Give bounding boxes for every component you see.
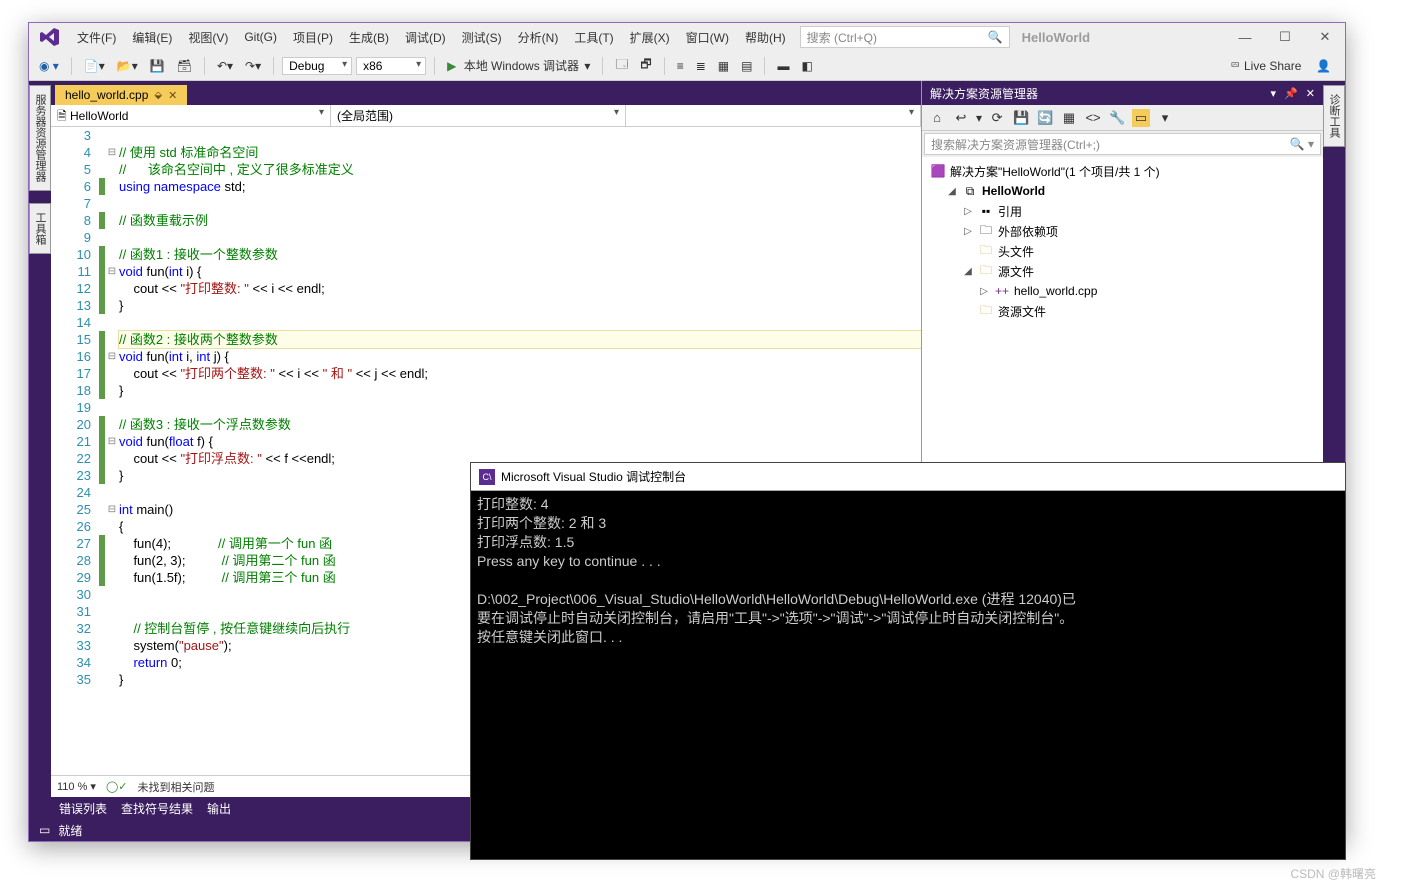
nav-member-combo[interactable] xyxy=(626,105,921,126)
tree-source[interactable]: ◢🗀源文件 xyxy=(922,261,1323,281)
sln-preview-icon[interactable]: ▭ xyxy=(1132,109,1150,127)
nav-bar: 🗎 HelloWorld (全局范围) xyxy=(51,105,921,127)
tb-icon-8[interactable]: ◧ xyxy=(797,57,816,75)
config-dropdown[interactable]: Debug xyxy=(282,57,352,75)
live-share-icon: ⮹ xyxy=(1230,58,1240,73)
tree-external[interactable]: ▷🗀外部依赖项 xyxy=(922,221,1323,241)
panel-close-icon[interactable]: ✕ xyxy=(1306,87,1315,100)
menu-item[interactable]: 帮助(H) xyxy=(737,25,794,50)
tab-close-icon[interactable]: ✕ xyxy=(168,89,177,102)
vs-logo-icon xyxy=(37,25,61,49)
tb-icon-1[interactable]: 🗔 xyxy=(611,53,632,78)
watermark: CSDN @韩曙亮 xyxy=(1290,865,1376,882)
start-debug-button[interactable]: ▶ 本地 Windows 调试器 ▾ xyxy=(443,55,594,76)
tree-solution[interactable]: 🟪解决方案"HelloWorld"(1 个项目/共 1 个) xyxy=(922,161,1323,181)
search-placeholder: 搜索 (Ctrl+Q) xyxy=(807,29,877,46)
tree-file-cpp[interactable]: ▷++hello_world.cpp xyxy=(922,281,1323,301)
fold-column: ⊟⊟⊟⊟⊟ xyxy=(105,127,119,775)
tb-icon-3[interactable]: ≡ xyxy=(673,57,688,75)
issues-text: 未找到相关问题 xyxy=(137,779,214,795)
minimize-button[interactable]: — xyxy=(1225,23,1265,51)
save-button[interactable]: 💾 xyxy=(146,57,169,75)
pin-icon[interactable]: ⬙ xyxy=(154,90,162,101)
tb-icon-5[interactable]: ▦ xyxy=(714,57,733,75)
tree-references[interactable]: ▷▪▪引用 xyxy=(922,201,1323,221)
redo-button[interactable]: ↷▾ xyxy=(241,57,265,75)
menu-item[interactable]: 窗口(W) xyxy=(678,25,737,50)
panel-dropdown-icon[interactable]: ▾ xyxy=(1271,87,1277,100)
menu-item[interactable]: 编辑(E) xyxy=(124,25,180,50)
save-all-button[interactable]: 🗃 xyxy=(173,57,196,75)
sln-home-icon[interactable]: ⌂ xyxy=(928,109,946,127)
zoom-combo[interactable]: 110 % ▾ xyxy=(57,780,96,793)
menu-item[interactable]: 项目(P) xyxy=(285,25,341,50)
menu-item[interactable]: 测试(S) xyxy=(454,25,510,50)
console-output[interactable]: 打印整数: 4 打印两个整数: 2 和 3 打印浮点数: 1.5 Press a… xyxy=(471,491,1345,651)
tb-icon-6[interactable]: ▤ xyxy=(737,57,756,75)
search-icon: 🔍 ▾ xyxy=(1290,137,1314,151)
tb-icon-2[interactable]: 🗗 xyxy=(636,53,655,78)
status-rect-icon: ▭ xyxy=(39,823,50,837)
solution-name: HelloWorld xyxy=(1022,30,1090,45)
status-text: 就绪 xyxy=(58,822,82,839)
rail-diagnostics[interactable]: 诊断工具 xyxy=(1323,85,1345,147)
close-button[interactable]: ✕ xyxy=(1305,23,1345,51)
sln-refresh-icon[interactable]: 🔄 xyxy=(1036,109,1054,127)
global-search[interactable]: 搜索 (Ctrl+Q) 🔍 xyxy=(800,26,1010,48)
sln-code-icon[interactable]: <> xyxy=(1084,109,1102,127)
menu-item[interactable]: 分析(N) xyxy=(510,25,567,50)
tree-project[interactable]: ◢⧉HelloWorld xyxy=(922,181,1323,201)
issues-ok-icon: ◯✓ xyxy=(106,780,128,793)
debug-console-window: C\ Microsoft Visual Studio 调试控制台 打印整数: 4… xyxy=(470,462,1346,860)
sln-showall-icon[interactable]: ▦ xyxy=(1060,109,1078,127)
account-icon[interactable]: 👤 xyxy=(1316,59,1331,73)
sln-more-icon[interactable]: ▾ xyxy=(1156,109,1174,127)
menu-item[interactable]: 文件(F) xyxy=(69,25,124,50)
tab-find-symbol[interactable]: 查找符号结果 xyxy=(121,800,193,817)
menu-item[interactable]: 调试(D) xyxy=(397,25,454,50)
console-title-text: Microsoft Visual Studio 调试控制台 xyxy=(501,468,686,485)
tab-output[interactable]: 输出 xyxy=(207,800,231,817)
open-button[interactable]: 📂▾ xyxy=(113,57,142,75)
live-share-button[interactable]: ⮹ Live Share 👤 xyxy=(1222,58,1339,73)
solution-explorer-title: 解决方案资源管理器 ▾ 📌 ✕ xyxy=(922,81,1323,105)
tab-hello-world[interactable]: hello_world.cpp ⬙ ✕ xyxy=(55,85,187,105)
undo-button[interactable]: ↶▾ xyxy=(213,57,237,75)
menu-item[interactable]: Git(G) xyxy=(236,26,285,48)
line-gutter: 3456789101112131415161718192021222324252… xyxy=(51,127,99,775)
menu-item[interactable]: 工具(T) xyxy=(566,25,621,50)
tree-headers[interactable]: 🗀头文件 xyxy=(922,241,1323,261)
menu-item[interactable]: 扩展(X) xyxy=(622,25,678,50)
console-icon: C\ xyxy=(479,469,495,485)
menu-item[interactable]: 生成(B) xyxy=(341,25,397,50)
maximize-button[interactable]: ☐ xyxy=(1265,23,1305,51)
left-rail: 服务器资源管理器 工具箱 xyxy=(29,81,51,819)
solution-search[interactable]: 搜索解决方案资源管理器(Ctrl+;) 🔍 ▾ xyxy=(924,133,1321,155)
panel-pin-icon[interactable]: 📌 xyxy=(1284,87,1298,100)
tree-resources[interactable]: 🗀资源文件 xyxy=(922,301,1323,321)
new-item-button[interactable]: 📄▾ xyxy=(80,57,109,75)
sln-properties-icon[interactable]: 🔧 xyxy=(1108,109,1126,127)
sln-save-icon[interactable]: 💾 xyxy=(1012,109,1030,127)
tab-error-list[interactable]: 错误列表 xyxy=(59,800,107,817)
window-buttons: — ☐ ✕ xyxy=(1225,23,1345,51)
menu-item[interactable]: 视图(V) xyxy=(180,25,236,50)
nav-back-button[interactable]: ◉ ▾ xyxy=(35,57,63,75)
platform-dropdown[interactable]: x86 xyxy=(356,57,426,75)
titlebar: 文件(F)编辑(E)视图(V)Git(G)项目(P)生成(B)调试(D)测试(S… xyxy=(29,23,1345,51)
console-titlebar[interactable]: C\ Microsoft Visual Studio 调试控制台 xyxy=(471,463,1345,491)
toolbar: ◉ ▾ 📄▾ 📂▾ 💾 🗃 ↶▾ ↷▾ Debug x86 ▶ 本地 Windo… xyxy=(29,51,1345,81)
nav-project-combo[interactable]: 🗎 HelloWorld xyxy=(51,105,331,126)
document-tabs: hello_world.cpp ⬙ ✕ xyxy=(51,81,921,105)
solution-toolbar: ⌂ ↩▾ ⟳ 💾 🔄 ▦ <> 🔧 ▭ ▾ xyxy=(922,105,1323,131)
tb-icon-4[interactable]: ≣ xyxy=(692,57,710,75)
nav-scope-combo[interactable]: (全局范围) xyxy=(331,105,626,126)
sln-sync-icon[interactable]: ⟳ xyxy=(988,109,1006,127)
rail-server-explorer[interactable]: 服务器资源管理器 xyxy=(29,85,51,191)
menubar: 文件(F)编辑(E)视图(V)Git(G)项目(P)生成(B)调试(D)测试(S… xyxy=(69,25,794,50)
rail-toolbox[interactable]: 工具箱 xyxy=(29,203,51,254)
search-icon: 🔍 xyxy=(988,30,1003,44)
tb-icon-7[interactable]: ▬ xyxy=(773,57,793,75)
sln-back-icon[interactable]: ↩ xyxy=(952,109,970,127)
